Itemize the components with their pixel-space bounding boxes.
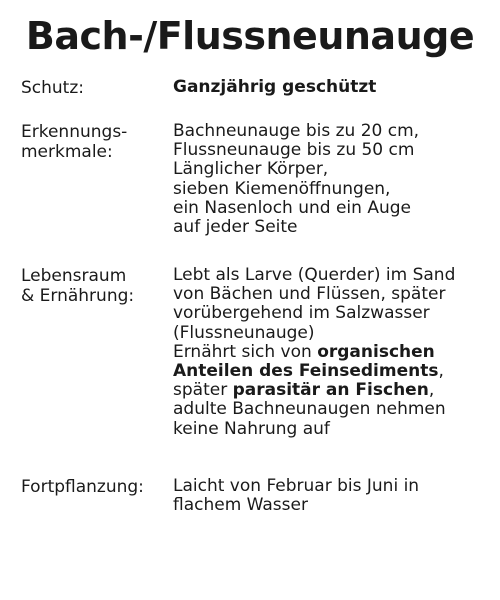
lebensraum-value: Lebt als Larve (Querder) im Sand von Bäc… xyxy=(173,265,493,439)
text-line: auf jeder Seite xyxy=(173,217,298,238)
erkennungsmerkmale-value: Bachneunauge bis zu 20 cm, Flussneunauge… xyxy=(173,121,493,238)
erkennungsmerkmale-label: Erkennungs- merkmale: xyxy=(21,122,128,162)
text-plain: , xyxy=(428,380,435,401)
schutz-value: Ganzjährig geschützt xyxy=(173,77,377,97)
text-plain: Ernährt sich von xyxy=(173,341,318,362)
text-line: Lebt als Larve (Querder) im Sand xyxy=(173,265,456,285)
text-line: sieben Kiemenöffnungen, xyxy=(173,178,391,199)
fortpflanzung-value: Laicht von Februar bis Juni in flachem W… xyxy=(173,476,493,516)
text-emphasis: Anteilen des Feinsediments xyxy=(173,361,439,382)
page-title: Bach-/Flussneunauge xyxy=(25,14,475,58)
text-emphasis: parasitär an Fischen xyxy=(232,380,429,401)
text-emphasis: organischen xyxy=(317,341,435,362)
text-line: Laicht von Februar bis Juni in xyxy=(173,476,420,496)
text-line: vorübergehend im Salzwasser xyxy=(173,303,430,324)
text-line: von Bächen und Flüssen, später xyxy=(173,284,446,305)
text-line: flachem Wasser xyxy=(173,495,308,516)
text-line: (Flussneunauge) xyxy=(173,322,315,343)
lebensraum-label: Lebensraum & Ernährung: xyxy=(21,266,135,306)
text-line: keine Nahrung auf xyxy=(173,418,330,439)
text-plain: , xyxy=(438,361,444,382)
text-line: adulte Bachneunaugen nehmen xyxy=(173,399,446,420)
text-line: Ernährt sich von organischen xyxy=(173,341,493,362)
text-line: Flussneunauge bis zu 50 cm xyxy=(173,140,415,161)
schutz-label: Schutz: xyxy=(21,78,85,98)
text-line: Länglicher Körper, xyxy=(173,159,329,180)
text-plain: später xyxy=(173,380,233,401)
text-line: Bachneunauge bis zu 20 cm, xyxy=(173,121,420,141)
text-line: später parasitär an Fischen, xyxy=(173,381,493,400)
text-line: Anteilen des Feinsediments, xyxy=(173,361,493,382)
fortpflanzung-label: Fortpflanzung: xyxy=(21,477,144,497)
text-line: ein Nasenloch und ein Auge xyxy=(173,197,411,218)
